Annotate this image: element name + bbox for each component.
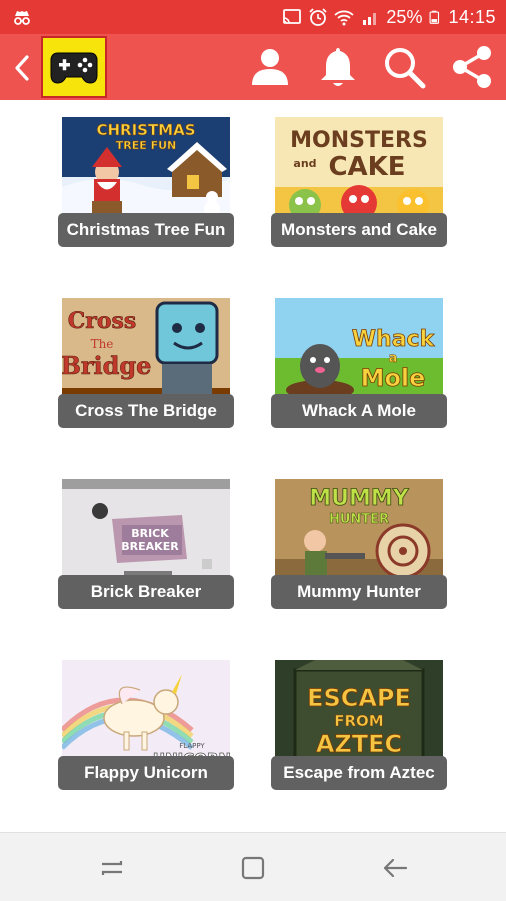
- app-logo[interactable]: [41, 36, 107, 98]
- search-icon[interactable]: [380, 43, 428, 91]
- profile-icon[interactable]: [246, 43, 294, 91]
- battery-icon: [429, 10, 440, 24]
- thumb-subtitle: BREAKER: [121, 540, 179, 553]
- thumb-title: ESCAPE: [307, 684, 411, 712]
- wifi-icon: [334, 10, 355, 26]
- thumb-subtitle: Mole: [361, 364, 426, 392]
- game-title[interactable]: Brick Breaker: [58, 575, 234, 609]
- game-title[interactable]: Whack A Mole: [271, 394, 447, 428]
- game-card-brick-breaker[interactable]: BRICK BREAKER Brick Breaker: [58, 462, 234, 614]
- thumb-subtitle: AZTEC: [316, 730, 402, 758]
- thumb-subtitle: HUNTER: [329, 512, 389, 527]
- thumb-title: MONSTERS: [290, 128, 428, 153]
- game-card-flappy-unicorn[interactable]: FLAPPY UNICORN Flappy Unicorn: [58, 643, 234, 795]
- game-card-christmas-tree-fun[interactable]: CHRISTMAS TREE FUN Christmas Tree Fun: [58, 100, 234, 252]
- thumb-title: MUMMY: [309, 486, 410, 511]
- thumb-subtitle: TREE FUN: [116, 139, 176, 152]
- signal-icon: [363, 13, 377, 25]
- gamepad-icon: [50, 52, 98, 84]
- game-card-mummy-hunter[interactable]: MUMMY HUNTER Mummy Hunter: [271, 462, 447, 614]
- game-card-escape-from-aztec[interactable]: ESCAPE FROM AZTEC Escape from Aztec: [271, 643, 447, 795]
- game-title[interactable]: Escape from Aztec: [271, 756, 447, 790]
- game-card-monsters-and-cake[interactable]: MONSTERS and CAKE Monsters and Cake: [271, 100, 447, 252]
- game-title[interactable]: Monsters and Cake: [271, 213, 447, 247]
- game-title[interactable]: Christmas Tree Fun: [58, 213, 234, 247]
- game-card-cross-the-bridge[interactable]: Cross The Bridge Cross The Bridge: [58, 281, 234, 433]
- cast-icon: [283, 9, 302, 24]
- incognito-icon: [14, 11, 30, 25]
- back-arrow-icon[interactable]: [8, 51, 36, 85]
- thumb-title: Cross: [68, 308, 137, 334]
- thumb-title: BRICK: [131, 527, 169, 540]
- recents-icon[interactable]: [97, 853, 127, 883]
- battery-percent: 25%: [386, 6, 423, 27]
- game-title[interactable]: Cross The Bridge: [58, 394, 234, 428]
- alarm-icon: [309, 8, 328, 26]
- game-grid: CHRISTMAS TREE FUN Christmas Tree Fun MO…: [0, 100, 506, 832]
- thumb-from: FROM: [334, 712, 383, 730]
- back-icon[interactable]: [380, 853, 410, 883]
- thumb-the: The: [91, 337, 114, 351]
- thumb-title: CHRISTMAS: [96, 121, 195, 139]
- game-title[interactable]: Flappy Unicorn: [58, 756, 234, 790]
- game-card-whack-a-mole[interactable]: Whack a Mole Whack A Mole: [271, 281, 447, 433]
- thumb-subtitle: Bridge: [62, 351, 151, 380]
- home-icon[interactable]: [238, 853, 268, 883]
- bell-icon[interactable]: [314, 43, 362, 91]
- thumb-title: Whack: [352, 327, 436, 352]
- app-bar: [0, 34, 506, 100]
- status-bar: 25% 14:15: [0, 0, 506, 34]
- system-nav-bar: [0, 832, 506, 901]
- thumb-title: FLAPPY: [179, 742, 205, 750]
- thumb-and: and: [293, 157, 316, 170]
- thumb-subtitle: CAKE: [328, 152, 405, 182]
- share-icon[interactable]: [448, 43, 496, 91]
- status-time: 14:15: [448, 6, 496, 27]
- game-title[interactable]: Mummy Hunter: [271, 575, 447, 609]
